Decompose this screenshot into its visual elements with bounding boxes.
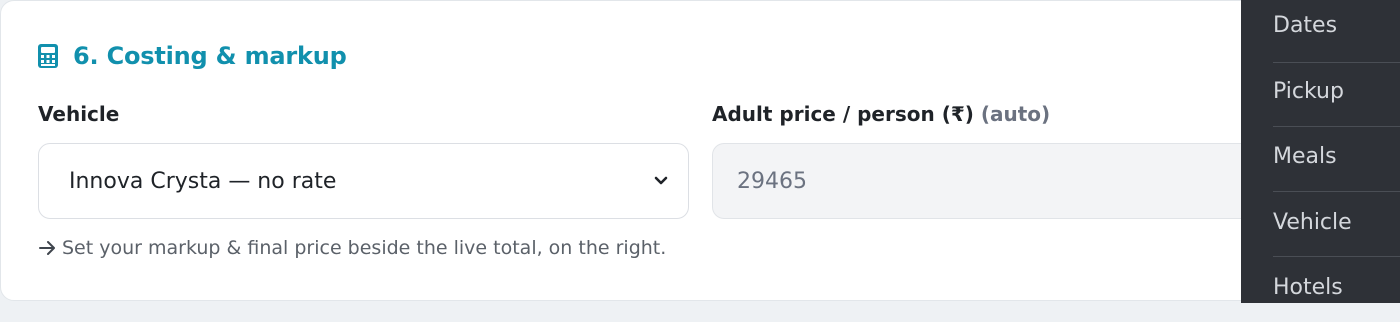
section-title: 6. Costing & markup bbox=[73, 42, 347, 70]
markup-hint-text: Set your markup & final price beside the… bbox=[62, 237, 667, 259]
markup-hint: Set your markup & final price beside the… bbox=[38, 237, 666, 259]
adult-price-label-text: Adult price / person (₹) bbox=[712, 102, 974, 126]
section-nav-sidebar: Dates Pickup Meals Vehicle Hotels bbox=[1241, 0, 1400, 303]
nav-item-label: Hotels bbox=[1273, 275, 1343, 300]
nav-item-label: Vehicle bbox=[1273, 210, 1352, 235]
nav-item-dates[interactable]: Dates bbox=[1273, 0, 1400, 63]
vehicle-select-value: Innova Crysta — no rate bbox=[69, 168, 337, 194]
auto-tag: (auto) bbox=[980, 102, 1051, 126]
section-header: 6. Costing & markup bbox=[37, 39, 347, 73]
nav-item-hotels[interactable]: Hotels bbox=[1273, 258, 1400, 322]
nav-item-pickup[interactable]: Pickup bbox=[1273, 63, 1400, 127]
adult-price-label: Adult price / person (₹) (auto) bbox=[712, 102, 1050, 126]
vehicle-label-text: Vehicle bbox=[38, 102, 120, 126]
nav-item-label: Dates bbox=[1273, 13, 1338, 38]
nav-item-label: Meals bbox=[1273, 144, 1337, 169]
adult-price-field[interactable]: 29465 bbox=[712, 143, 1272, 219]
chevron-down-icon bbox=[654, 176, 668, 185]
nav-item-vehicle[interactable]: Vehicle bbox=[1273, 193, 1400, 257]
nav-item-meals[interactable]: Meals bbox=[1273, 128, 1400, 192]
adult-price-value: 29465 bbox=[737, 168, 807, 194]
arrow-right-icon bbox=[39, 241, 55, 255]
costing-markup-card: 6. Costing & markup Vehicle Adult price … bbox=[0, 0, 1300, 301]
vehicle-label: Vehicle bbox=[38, 102, 119, 126]
vehicle-select[interactable]: Innova Crysta — no rate bbox=[38, 143, 689, 219]
nav-item-label: Pickup bbox=[1273, 79, 1344, 104]
calculator-icon bbox=[38, 44, 58, 68]
